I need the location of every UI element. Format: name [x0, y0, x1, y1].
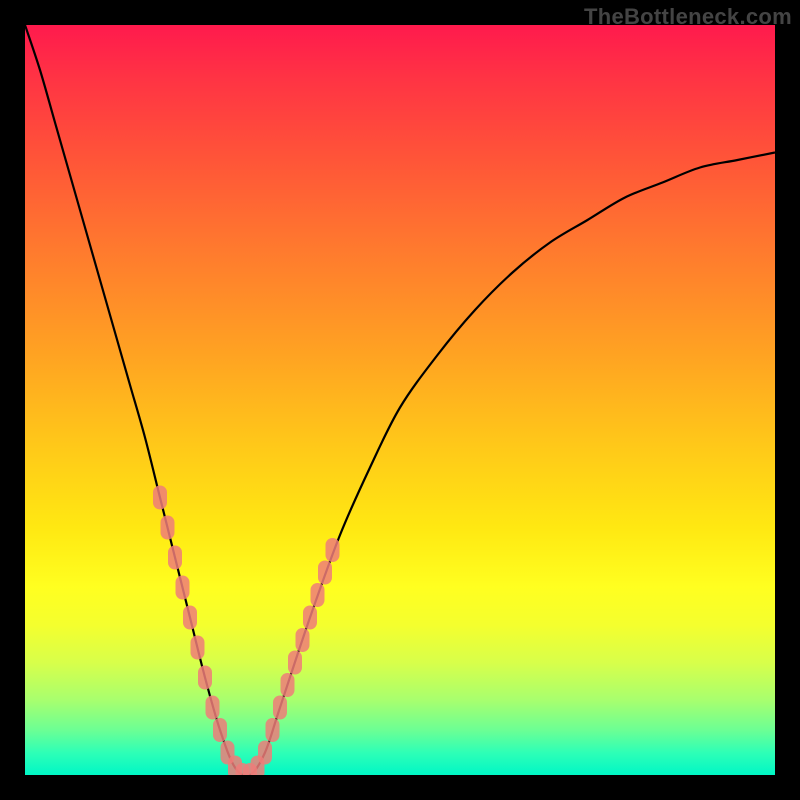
curve-markers [153, 486, 340, 776]
curve-marker [296, 628, 310, 652]
curve-marker [198, 666, 212, 690]
plot-area [25, 25, 775, 775]
chart-svg [25, 25, 775, 775]
watermark-text: TheBottleneck.com [584, 4, 792, 30]
curve-marker [168, 546, 182, 570]
curve-marker [153, 486, 167, 510]
curve-marker [318, 561, 332, 585]
curve-marker [206, 696, 220, 720]
curve-marker [273, 696, 287, 720]
curve-marker [213, 718, 227, 742]
curve-marker [311, 583, 325, 607]
bottleneck-curve [25, 25, 775, 775]
curve-marker [161, 516, 175, 540]
curve-marker [281, 673, 295, 697]
curve-marker [191, 636, 205, 660]
curve-marker [303, 606, 317, 630]
chart-canvas: TheBottleneck.com [0, 0, 800, 800]
curve-marker [258, 741, 272, 765]
curve-marker [176, 576, 190, 600]
curve-marker [326, 538, 340, 562]
curve-marker [266, 718, 280, 742]
curve-marker [288, 651, 302, 675]
curve-marker [183, 606, 197, 630]
